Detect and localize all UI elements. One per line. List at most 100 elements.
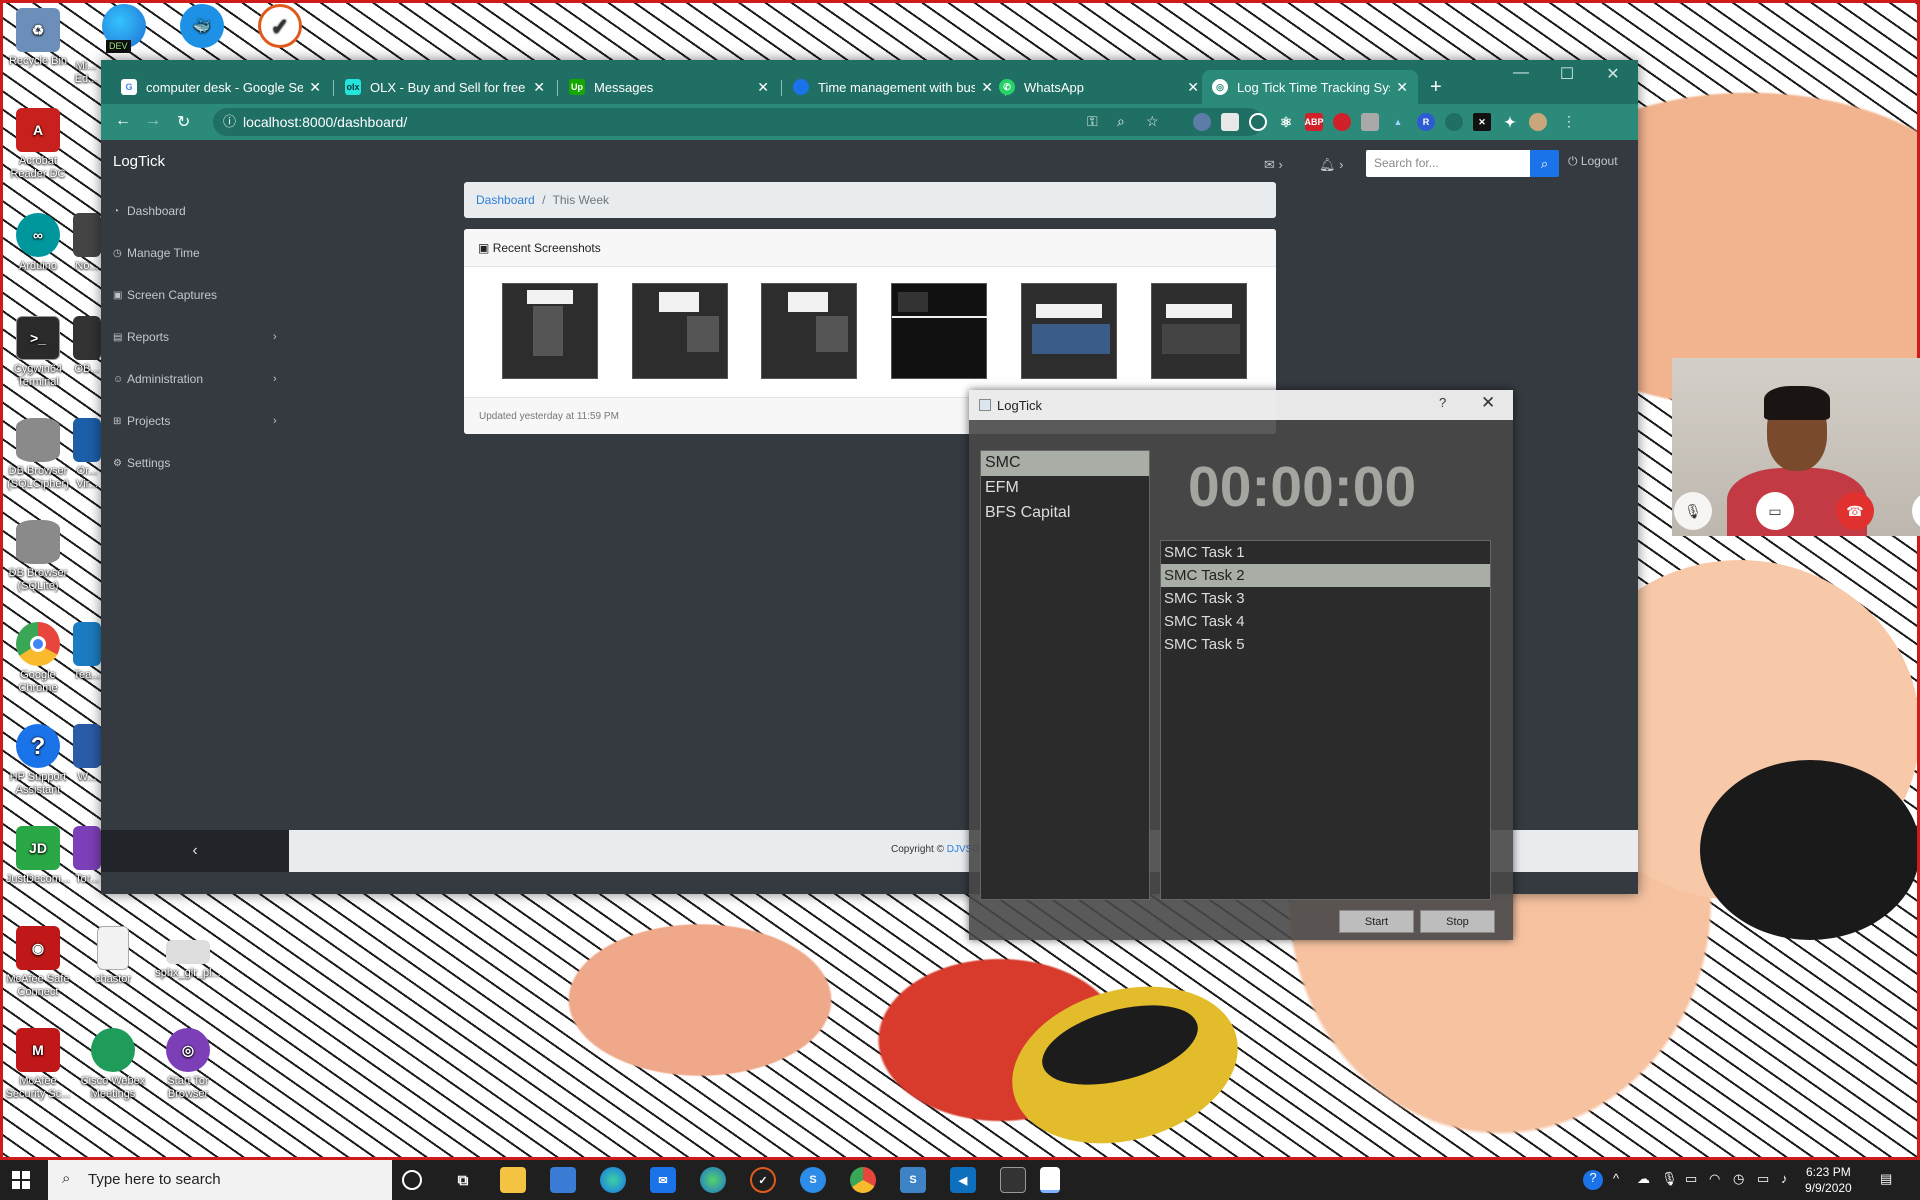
breadcrumb-home-link[interactable]: Dashboard [476, 193, 535, 207]
task-item[interactable]: SMC Task 5 [1161, 633, 1490, 656]
tab-close-icon[interactable]: ✕ [1390, 79, 1408, 96]
file-explorer-icon[interactable] [500, 1167, 526, 1193]
cortana-icon[interactable] [402, 1170, 422, 1190]
task-list[interactable]: SMC Task 1 SMC Task 2 SMC Task 3 SMC Tas… [1160, 540, 1491, 900]
avatar[interactable] [1529, 113, 1547, 131]
cloud-icon[interactable]: ☁ [1637, 1171, 1650, 1187]
sidebar-item-dashboard[interactable]: ◔ Dashboard [101, 190, 261, 232]
desktop-icon-partial[interactable]: Tea... [72, 622, 102, 682]
search-input[interactable]: Search for... [1366, 150, 1530, 177]
brand-logo[interactable]: LogTick [113, 153, 165, 170]
help-button[interactable]: ? [1439, 395, 1446, 410]
camera-toggle-icon[interactable]: ▭ [1756, 492, 1794, 530]
extension-icon[interactable]: R [1417, 113, 1435, 131]
menu-dots-icon[interactable]: ⋮ [1562, 113, 1576, 130]
network-icon[interactable]: ▭ [1685, 1171, 1697, 1187]
extension-icon[interactable] [1193, 113, 1211, 131]
logout-link[interactable]: ⏻ Logout [1568, 154, 1618, 169]
extension-icon[interactable]: ✕ [1473, 113, 1491, 131]
desktop-icon-arduino[interactable]: ∞ Arduino [2, 213, 74, 273]
desktop-icon-db-browser-sqlite[interactable]: DB Browser (SQLite) [2, 520, 74, 593]
screenshot-thumbnail[interactable] [891, 283, 988, 379]
desktop-icon-cygwin[interactable]: >_ Cygwin64 Terminal [2, 316, 74, 389]
desktop-icon-edge-dev[interactable]: DEV [88, 4, 160, 53]
hang-up-icon[interactable]: ☎ [1836, 492, 1874, 530]
tab-google-search[interactable]: G computer desk - Google Sea ✕ [111, 70, 331, 104]
edge-icon[interactable] [600, 1167, 626, 1193]
tab-close-icon[interactable]: ✕ [1181, 79, 1199, 96]
wifi-icon[interactable]: ◠ [1709, 1171, 1720, 1187]
stop-button[interactable]: Stop [1420, 910, 1495, 933]
logtick-icon[interactable]: ✓ [750, 1167, 776, 1193]
tab-close-icon[interactable]: ✕ [751, 79, 769, 96]
taskbar-search-input[interactable]: ⌕ Type here to search [48, 1160, 392, 1200]
tab-close-icon[interactable]: ✕ [303, 79, 321, 96]
sidebar-item-administration[interactable]: ☺ Administration › [101, 358, 277, 400]
desktop-icon-edge[interactable]: Mi... Ed... [70, 60, 102, 86]
screenshot-thumbnail[interactable] [632, 283, 728, 379]
microphone-icon[interactable]: 🎙︎ [1674, 492, 1712, 530]
react-devtools-icon[interactable]: ⚛ [1277, 113, 1295, 131]
desktop-icon-mcafee-safe-connect[interactable]: ◉ McAfee Safe Connect [2, 926, 74, 999]
edge-dev-icon[interactable] [700, 1167, 726, 1193]
desktop-icon-partial[interactable]: Tor... [72, 826, 102, 886]
tab-time-management[interactable]: Time management with busi ✕ [783, 70, 1003, 104]
project-item[interactable]: EFM [981, 476, 1149, 501]
star-icon[interactable]: ☆ [1146, 113, 1159, 130]
tab-olx[interactable]: olx OLX - Buy and Sell for free a ✕ [335, 70, 555, 104]
sidebar-item-reports[interactable]: ▤ Reports › [101, 316, 277, 358]
volume-icon[interactable]: ♪ [1781, 1171, 1788, 1186]
vscode-icon[interactable]: ◀ [950, 1167, 976, 1193]
desktop-icon-webex[interactable]: Cisco Webex Meetings [77, 1028, 149, 1101]
start-button[interactable]: Start [1339, 910, 1414, 933]
search-button[interactable]: ⌕ [1530, 150, 1559, 177]
desktop-icon-hp-support[interactable]: ? HP Support Assistant [2, 724, 74, 797]
skype-icon[interactable]: S [800, 1167, 826, 1193]
extension-icon[interactable] [1333, 113, 1351, 131]
minimize-button[interactable]: — [1498, 64, 1544, 82]
extension-icon[interactable]: ▲ [1389, 113, 1407, 131]
microphone-tray-icon[interactable]: 🎙︎ [1661, 1171, 1678, 1187]
task-item[interactable]: SMC Task 3 [1161, 587, 1490, 610]
screenshot-thumbnail[interactable] [761, 283, 857, 379]
tab-messages[interactable]: Up Messages ✕ [559, 70, 779, 104]
tab-close-icon[interactable]: ✕ [527, 79, 545, 96]
tab-whatsapp[interactable]: ✆ WhatsApp ✕ [989, 70, 1209, 104]
screenshot-thumbnail[interactable] [502, 283, 598, 379]
video-call-preview[interactable]: 🎙︎ ▭ ☎ [1672, 358, 1920, 536]
sidebar-toggle-button[interactable]: ‹ [101, 830, 289, 872]
desktop-icon-justdecompile[interactable]: JD JustDecom... [2, 826, 74, 886]
desktop-icon-recycle-bin[interactable]: ♻ Recycle Bin [2, 8, 74, 68]
desktop-icon-acrobat[interactable]: A Acrobat Reader DC [2, 108, 74, 181]
logtick-window[interactable]: LogTick ? ✕ SMC EFM BFS Capital 00:00:00… [969, 390, 1513, 940]
maximize-button[interactable]: ☐ [1544, 64, 1590, 84]
desktop-icon-partial[interactable]: OB... [72, 316, 102, 376]
desktop-icon-sphx-glr[interactable]: sphx_glr_pl... [152, 940, 224, 980]
logtick-titlebar[interactable]: LogTick [969, 390, 1513, 420]
back-icon[interactable]: ← [115, 112, 131, 130]
extension-icon[interactable] [1445, 113, 1463, 131]
hp-support-tray-icon[interactable]: ? [1583, 1170, 1603, 1190]
sidebar-item-settings[interactable]: ⚙ Settings [101, 442, 261, 484]
screenshot-thumbnail[interactable] [1151, 283, 1247, 379]
puzzle-icon[interactable]: ✦ [1501, 113, 1519, 131]
task-item[interactable]: SMC Task 4 [1161, 610, 1490, 633]
chrome-icon[interactable] [850, 1167, 876, 1193]
sidebar-item-projects[interactable]: ⊞ Projects › [101, 400, 277, 442]
task-item[interactable]: SMC Task 2 [1161, 564, 1490, 587]
extension-icon[interactable] [1249, 113, 1267, 131]
project-item[interactable]: SMC [981, 451, 1149, 476]
taskbar-clock[interactable]: 6:23 PM 9/9/2020 [1805, 1164, 1852, 1196]
zoom-icon[interactable]: ⌕ [1117, 113, 1125, 130]
desktop-icon-tor-browser[interactable]: ◎ Start Tor Browser [152, 1028, 224, 1101]
desktop-icon-logtick[interactable]: ✓ [244, 4, 316, 51]
desktop-icon-chrome[interactable]: Google Chrome [2, 622, 74, 695]
task-item[interactable]: SMC Task 1 [1161, 541, 1490, 564]
close-window-button[interactable]: ✕ [1590, 64, 1636, 84]
desktop-icon-docker[interactable]: 🐳 [166, 4, 238, 51]
desktop-icon-mcafee-security[interactable]: M McAfee Security Sc... [2, 1028, 74, 1101]
extension-icon[interactable] [1361, 113, 1379, 131]
forward-icon[interactable]: → [145, 112, 161, 130]
battery-icon[interactable]: ▭ [1757, 1171, 1769, 1187]
desktop-icon-chastor[interactable]: chastor [77, 926, 149, 986]
